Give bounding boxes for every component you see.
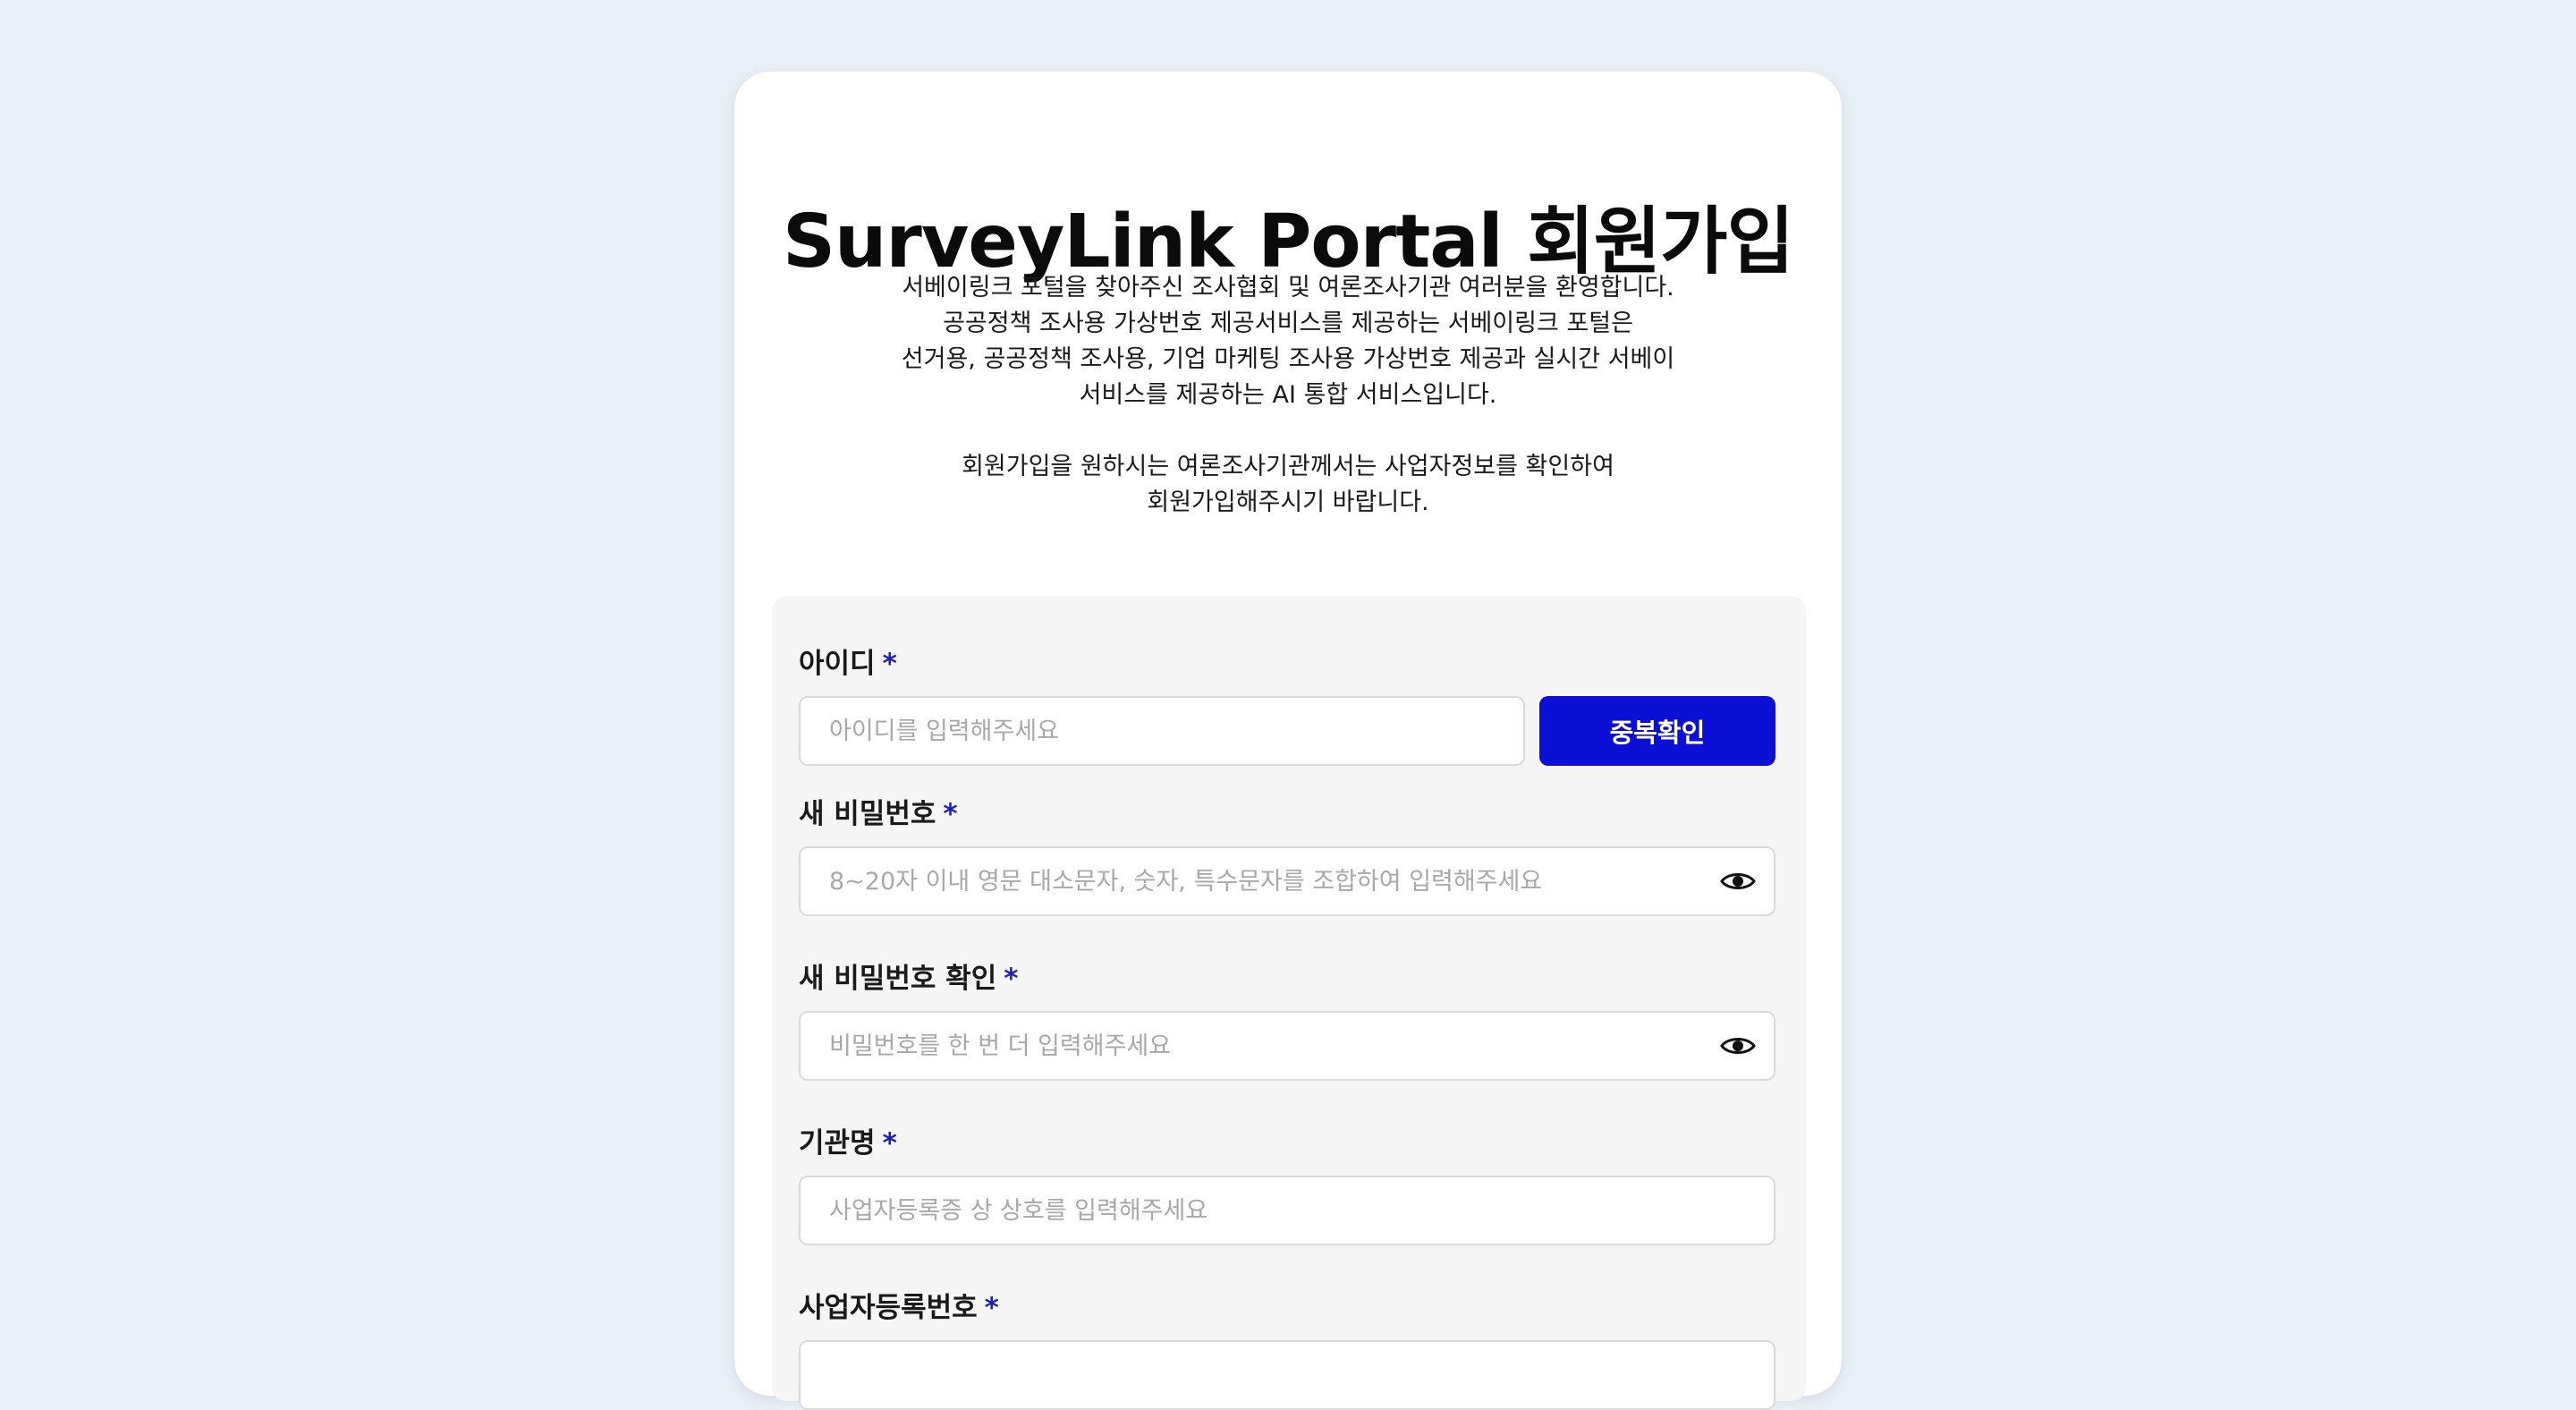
- duplicate-check-button[interactable]: 중복확인: [1539, 696, 1775, 766]
- required-mark: *: [882, 648, 897, 680]
- confirm-password-input[interactable]: [799, 1011, 1775, 1081]
- required-mark: *: [1004, 963, 1019, 995]
- confirm-password-label-text: 새 비밀번호 확인: [799, 963, 997, 995]
- page-title: SurveyLink Portal 회원가입: [782, 200, 1794, 285]
- org-name-input[interactable]: [799, 1176, 1775, 1245]
- required-mark: *: [943, 798, 958, 830]
- user-id-label-text: 아이디: [799, 648, 876, 680]
- required-mark: *: [984, 1292, 999, 1324]
- new-password-label-text: 새 비밀번호: [799, 798, 936, 830]
- business-number-label: 사업자등록번호 *: [799, 1285, 999, 1325]
- notice-line: 회원가입해주시기 바랍니다.: [1147, 488, 1429, 516]
- business-number-input[interactable]: [799, 1340, 1775, 1410]
- confirm-password-label: 새 비밀번호 확인 *: [799, 956, 1018, 996]
- new-password-input[interactable]: [799, 846, 1775, 916]
- org-name-label: 기관명 *: [799, 1120, 897, 1160]
- business-number-label-text: 사업자등록번호: [799, 1292, 978, 1324]
- signup-form: 아이디* 중복확인 새 비밀번호* 새 비밀번호 확인* 기관명* 사업자등록번…: [772, 596, 1806, 1410]
- required-mark: *: [882, 1127, 897, 1159]
- user-id-label: 아이디 *: [799, 641, 897, 681]
- intro-line: 선거용, 공공정책 조사용, 기업 마케팅 조사용 가상번호 제공과 실시간 서…: [901, 345, 1675, 373]
- intro-line: 서베이링크 포털을 찾아주신 조사협회 및 여론조사기관 여러분을 환영합니다.: [902, 274, 1674, 302]
- intro-line: 공공정책 조사용 가상번호 제공서비스를 제공하는 서베이링크 포털은: [943, 310, 1633, 337]
- eye-icon[interactable]: [1720, 1034, 1756, 1058]
- intro-line: 서비스를 제공하는 AI 통합 서비스입니다.: [1079, 381, 1497, 409]
- user-id-input[interactable]: [799, 696, 1525, 766]
- eye-icon[interactable]: [1720, 870, 1756, 893]
- new-password-label: 새 비밀번호 *: [799, 791, 958, 831]
- notice-line: 회원가입을 원하시는 여론조사기관께서는 사업자정보를 확인하여: [962, 453, 1614, 480]
- intro-text: 서베이링크 포털을 찾아주신 조사협회 및 여론조사기관 여러분을 환영합니다.…: [734, 270, 1842, 521]
- org-name-label-text: 기관명: [799, 1127, 876, 1159]
